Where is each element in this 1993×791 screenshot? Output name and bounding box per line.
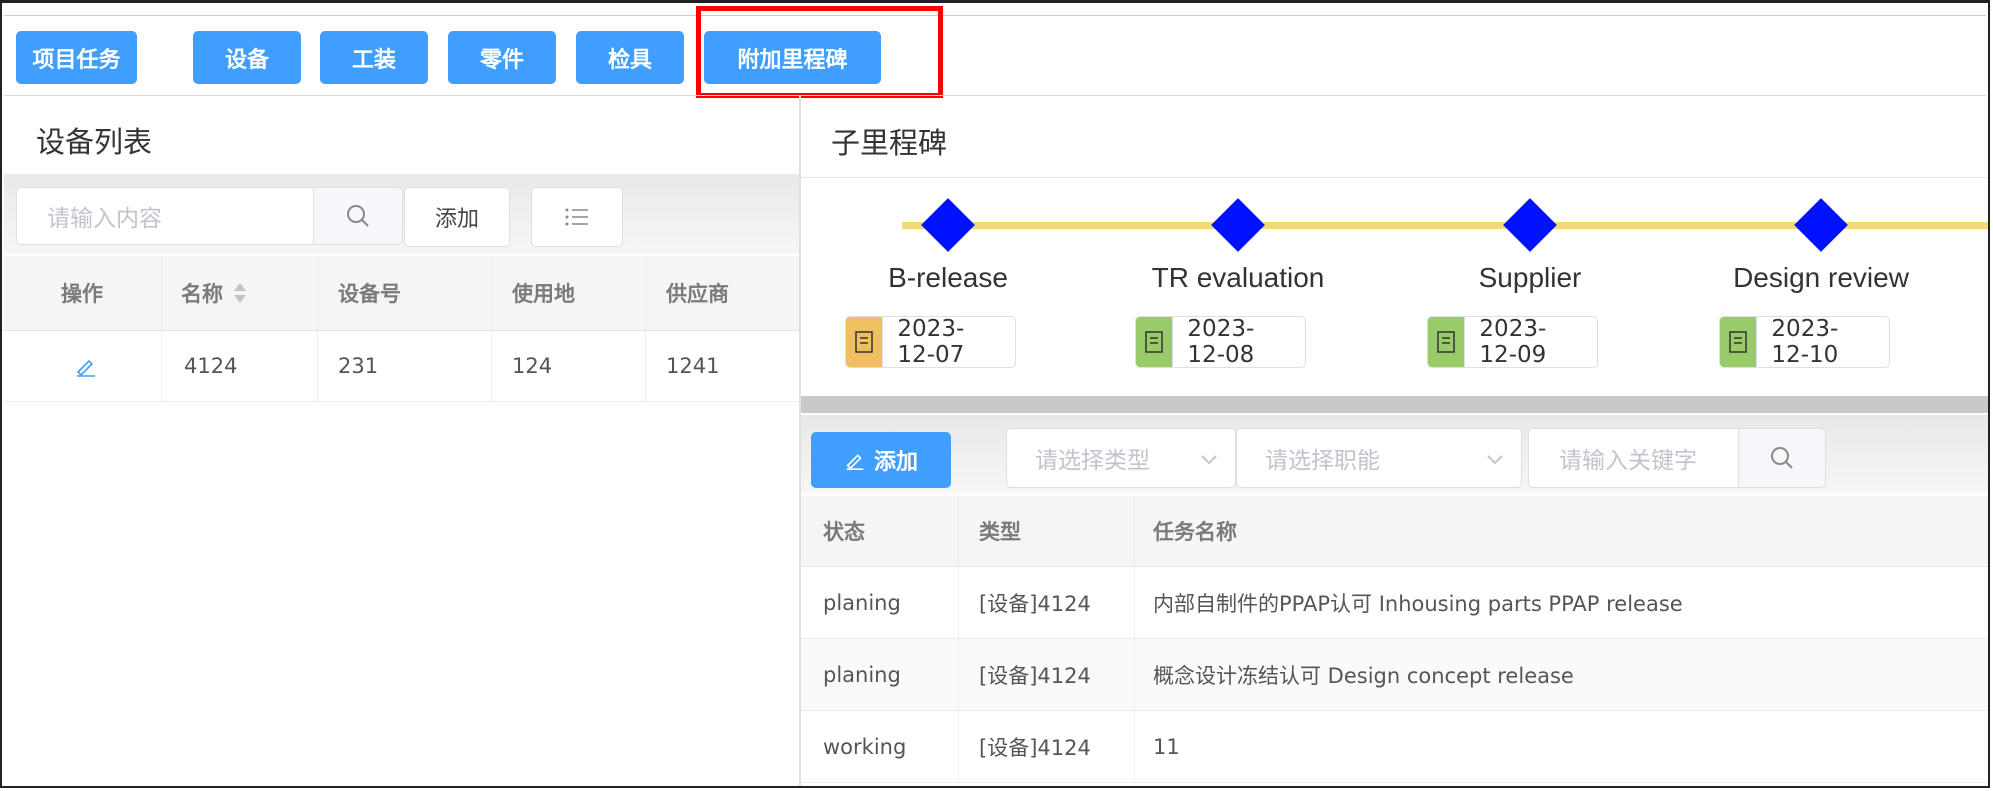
keyword-search-button[interactable] bbox=[1738, 428, 1826, 488]
chevron-down-icon bbox=[1201, 455, 1217, 465]
task-add-button[interactable]: 添加 bbox=[811, 432, 951, 488]
milestone-marker[interactable] bbox=[1211, 198, 1265, 252]
col-task-name: 任务名称 bbox=[1153, 520, 1237, 544]
function-select-placeholder: 请选择职能 bbox=[1265, 448, 1380, 474]
cell-task-name: 11 bbox=[1153, 734, 1180, 759]
milestone-label: Design review bbox=[1733, 262, 1909, 293]
cell-status: working bbox=[823, 734, 907, 759]
document-icon bbox=[1720, 317, 1758, 367]
cell-type: [设备]4124 bbox=[979, 735, 1091, 760]
milestone-marker[interactable] bbox=[921, 198, 975, 252]
cell-status: planing bbox=[823, 662, 901, 687]
milestone-date[interactable]: 2023-12-08 bbox=[1135, 316, 1306, 368]
milestone-date-text: 2023-12-07 bbox=[897, 316, 965, 368]
milestone-marker[interactable] bbox=[1794, 198, 1848, 252]
col-name[interactable]: 名称 bbox=[181, 256, 247, 330]
cell-task-name: 内部自制件的PPAP认可 Inhousing parts PPAP releas… bbox=[1153, 591, 1683, 616]
milestone-date-text: 2023-12-10 bbox=[1771, 316, 1839, 368]
sort-icon[interactable] bbox=[233, 281, 247, 305]
cell-type: [设备]4124 bbox=[979, 591, 1091, 616]
edit-icon bbox=[846, 454, 864, 470]
milestone-label: TR evaluation bbox=[1151, 262, 1325, 293]
function-select[interactable]: 请选择职能 bbox=[1236, 428, 1522, 488]
document-icon bbox=[1136, 317, 1174, 367]
cell-type: [设备]4124 bbox=[979, 663, 1091, 688]
milestone-marker[interactable] bbox=[1503, 198, 1557, 252]
tab-gauges[interactable]: 检具 bbox=[576, 31, 684, 84]
cell-name: 4124 bbox=[184, 354, 238, 378]
cell-supplier: 1241 bbox=[666, 354, 720, 378]
cell-number: 231 bbox=[338, 354, 379, 378]
col-location: 使用地 bbox=[512, 282, 575, 306]
milestone-date-text: 2023-12-09 bbox=[1479, 316, 1547, 368]
table-row[interactable]: 4124 231 124 1241 bbox=[4, 331, 799, 402]
task-add-label: 添加 bbox=[873, 450, 918, 475]
top-divider bbox=[4, 15, 1986, 16]
type-select-placeholder: 请选择类型 bbox=[1035, 448, 1150, 474]
app-frame: 项目任务 设备 工装 零件 检具 附加里程碑 设备列表 请输入内容 添加 操作 … bbox=[0, 0, 1990, 788]
edit-icon bbox=[76, 359, 95, 377]
equipment-list-title: 设备列表 bbox=[36, 125, 153, 159]
col-supplier: 供应商 bbox=[666, 282, 729, 306]
milestone-label: Supplier bbox=[1478, 262, 1582, 293]
type-select[interactable]: 请选择类型 bbox=[1006, 428, 1236, 488]
tab-tooling[interactable]: 工装 bbox=[320, 31, 428, 84]
milestone-date[interactable]: 2023-12-07 bbox=[845, 316, 1016, 368]
search-icon bbox=[347, 205, 369, 227]
search-icon bbox=[1771, 447, 1793, 469]
highlight-box bbox=[696, 6, 943, 98]
document-icon bbox=[1428, 317, 1466, 367]
list-icon bbox=[565, 208, 588, 226]
equipment-search-button[interactable] bbox=[313, 187, 403, 245]
tab-project-tasks[interactable]: 项目任务 bbox=[16, 31, 137, 84]
col-name-label: 名称 bbox=[181, 282, 223, 306]
task-table-header: 状态 类型 任务名称 bbox=[801, 496, 1988, 567]
col-status: 状态 bbox=[823, 520, 865, 544]
horizontal-scrollbar[interactable] bbox=[801, 396, 1988, 413]
keyword-input[interactable]: 请输入关键字 bbox=[1528, 428, 1738, 488]
milestone-date-text: 2023-12-08 bbox=[1187, 316, 1255, 368]
col-number: 设备号 bbox=[338, 282, 401, 306]
col-type: 类型 bbox=[979, 520, 1021, 544]
edit-button[interactable] bbox=[74, 331, 98, 401]
col-action: 操作 bbox=[61, 282, 103, 306]
table-row[interactable]: planing [设备]4124 内部自制件的PPAP认可 Inhousing … bbox=[801, 567, 1988, 639]
cell-location: 124 bbox=[512, 354, 553, 378]
table-row[interactable]: working [设备]4124 11 bbox=[801, 711, 1988, 783]
sub-milestone-panel: 子里程碑 B-release 2023-12-07 TR evaluation … bbox=[801, 96, 1988, 786]
equipment-search-input[interactable]: 请输入内容 bbox=[16, 187, 314, 245]
chevron-down-icon bbox=[1487, 455, 1503, 465]
sub-milestone-title: 子里程碑 bbox=[831, 126, 948, 160]
equipment-table-header: 操作 名称 设备号 使用地 供应商 bbox=[4, 256, 799, 331]
cell-status: planing bbox=[823, 590, 901, 615]
equipment-add-button[interactable]: 添加 bbox=[404, 187, 510, 247]
table-row[interactable]: planing [设备]4124 概念设计冻结认可 Design concept… bbox=[801, 639, 1988, 711]
tab-equipment[interactable]: 设备 bbox=[193, 31, 301, 84]
title-divider bbox=[801, 177, 1988, 178]
milestone-date[interactable]: 2023-12-09 bbox=[1427, 316, 1598, 368]
cell-task-name: 概念设计冻结认可 Design concept release bbox=[1153, 663, 1574, 688]
milestone-label: B-release bbox=[888, 262, 1008, 293]
equipment-list-panel: 设备列表 请输入内容 添加 操作 名称 设备号 使用地 供应商 4124 231… bbox=[4, 96, 799, 786]
column-settings-button[interactable] bbox=[531, 187, 623, 247]
milestone-date[interactable]: 2023-12-10 bbox=[1719, 316, 1890, 368]
document-icon bbox=[846, 317, 884, 367]
tab-parts[interactable]: 零件 bbox=[448, 31, 556, 84]
